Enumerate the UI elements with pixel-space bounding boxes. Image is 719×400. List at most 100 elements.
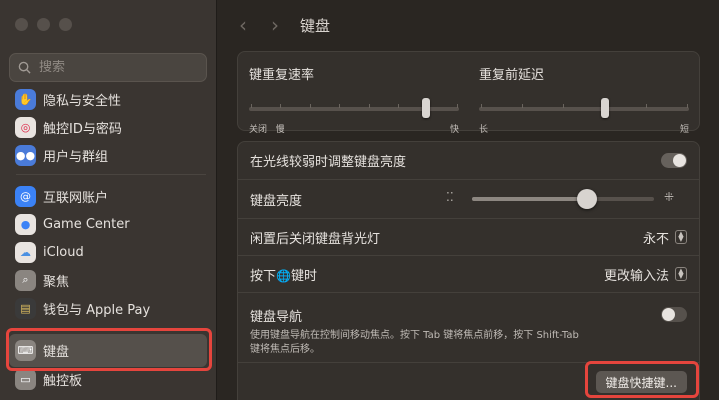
search-icon bbox=[18, 61, 31, 74]
zoom-window-button[interactable] bbox=[59, 18, 72, 31]
delay-knob[interactable] bbox=[600, 98, 609, 118]
highlight-box-shortcuts bbox=[585, 361, 699, 398]
sidebar-item-touch-id[interactable]: ◎ 触控ID与密码 bbox=[9, 114, 209, 140]
brightness-fill bbox=[472, 197, 587, 201]
cloud-icon: ☁ bbox=[15, 241, 36, 263]
minimize-window-button[interactable] bbox=[37, 18, 50, 31]
sidebar-divider bbox=[16, 174, 206, 175]
updown-chevron-icon: ▲ ▼ bbox=[675, 267, 687, 281]
globe-key-row: 按下🌐键时 更改输入法 ▲ ▼ bbox=[238, 256, 699, 293]
sidebar-item-label: 隐私与安全性 bbox=[43, 93, 122, 109]
slider-tick bbox=[457, 104, 458, 108]
slider-tick bbox=[280, 104, 282, 108]
globe-key-value: 更改输入法 bbox=[603, 268, 669, 284]
keyboard-nav-desc-line1: 使用键盘导航在控制间移动焦点。按下 Tab 键将焦点前移，按下 Shift-Ta… bbox=[250, 330, 579, 341]
globe-prefix: 按下 bbox=[250, 268, 277, 284]
keyboard-nav-description: 使用键盘导航在控制间移动焦点。按下 Tab 键将焦点前移，按下 Shift-Ta… bbox=[250, 329, 579, 357]
users-icon: ●● bbox=[15, 144, 36, 166]
search-input[interactable] bbox=[39, 60, 189, 75]
sidebar-item-label: 钱包与 Apple Pay bbox=[43, 302, 151, 318]
delay-labels: 长 短 bbox=[479, 122, 689, 135]
key-repeat-card: 键重复速率 关闭 慢 快 重复前延迟 长 短 bbox=[237, 51, 700, 135]
backlight-off-label: 闲置后关闭键盘背光灯 bbox=[250, 231, 381, 247]
slider-tick bbox=[251, 104, 252, 108]
slider-tick bbox=[368, 104, 370, 108]
slider-tick bbox=[398, 104, 400, 108]
brightness-label: 键盘亮度 bbox=[250, 193, 303, 209]
search-box[interactable] bbox=[9, 53, 207, 82]
at-icon: @ bbox=[15, 185, 36, 207]
delay-label-right: 短 bbox=[679, 125, 689, 135]
sidebar-item-label: 互联网账户 bbox=[43, 190, 109, 206]
backlight-off-row: 闲置后关闭键盘背光灯 永不 ▲ ▼ bbox=[238, 219, 699, 256]
slider-tick bbox=[563, 104, 565, 108]
key-repeat-label-left: 关闭 慢 bbox=[249, 122, 285, 135]
delay-track[interactable] bbox=[479, 107, 689, 111]
label-off: 关闭 bbox=[249, 125, 268, 135]
toolbar: ‹ › 键盘 bbox=[218, 0, 719, 50]
window-controls bbox=[15, 18, 72, 31]
globe-suffix: 键时 bbox=[290, 268, 317, 284]
backlight-off-select[interactable]: 永不 ▲ ▼ bbox=[643, 228, 687, 247]
sidebar-item-wallet[interactable]: ▤ 钱包与 Apple Pay bbox=[9, 295, 209, 321]
globe-key-select[interactable]: 更改输入法 ▲ ▼ bbox=[604, 265, 687, 284]
label-slow: 慢 bbox=[275, 125, 285, 135]
trackpad-icon: ▭ bbox=[15, 368, 36, 390]
keyboard-nav-desc-line2: 键将焦点后移。 bbox=[250, 344, 320, 355]
brightness-slider: ⁚⁚ ⁜ bbox=[438, 180, 688, 218]
sidebar-item-label: 触控ID与密码 bbox=[43, 121, 122, 137]
slider-tick bbox=[687, 104, 688, 108]
sidebar-item-spotlight[interactable]: ⌕ 聚焦 bbox=[9, 267, 209, 293]
slider-tick bbox=[481, 104, 482, 108]
brightness-row: 键盘亮度 ⁚⁚ ⁜ bbox=[238, 180, 699, 219]
slider-tick bbox=[645, 104, 647, 108]
key-repeat-labels: 关闭 慢 快 bbox=[249, 122, 459, 135]
sidebar-item-icloud[interactable]: ☁ iCloud bbox=[9, 239, 209, 265]
sidebar-item-label: Game Center bbox=[43, 216, 130, 232]
sidebar-item-users[interactable]: ●● 用户与群组 bbox=[9, 142, 209, 168]
slider-tick bbox=[339, 104, 341, 108]
fingerprint-icon: ◎ bbox=[15, 116, 36, 138]
forward-button[interactable]: › bbox=[262, 12, 288, 38]
chevron-right-icon: › bbox=[271, 13, 279, 37]
wallet-icon: ▤ bbox=[15, 297, 36, 319]
key-repeat-slider-group: 键重复速率 关闭 慢 快 bbox=[249, 64, 459, 135]
key-repeat-label-right: 快 bbox=[449, 125, 459, 135]
key-repeat-title: 键重复速率 bbox=[249, 68, 315, 83]
delay-slider-group: 重复前延迟 长 短 bbox=[479, 64, 689, 135]
back-button[interactable]: ‹ bbox=[230, 12, 256, 38]
delay-title: 重复前延迟 bbox=[479, 68, 545, 83]
brightness-low-icon: ⁚⁚ bbox=[446, 190, 454, 204]
globe-icon: 🌐 bbox=[276, 268, 291, 283]
page-title: 键盘 bbox=[300, 16, 331, 35]
close-window-button[interactable] bbox=[15, 18, 28, 31]
globe-key-label: 按下🌐键时 bbox=[250, 265, 317, 284]
sidebar-item-label: 用户与群组 bbox=[43, 149, 109, 165]
slider-tick bbox=[522, 104, 524, 108]
sidebar-item-label: iCloud bbox=[43, 244, 84, 260]
delay-label-left: 长 bbox=[479, 125, 489, 135]
sidebar-item-internet-accounts[interactable]: @ 互联网账户 bbox=[9, 183, 209, 209]
auto-brightness-row: 在光线较弱时调整键盘亮度 bbox=[238, 142, 699, 180]
highlight-box-sidebar bbox=[6, 328, 212, 371]
updown-chevron-icon: ▲ ▼ bbox=[675, 230, 687, 244]
chevron-left-icon: ‹ bbox=[239, 13, 247, 37]
backlight-off-value: 永不 bbox=[642, 231, 669, 247]
key-repeat-knob[interactable] bbox=[422, 98, 431, 118]
sidebar-item-privacy[interactable]: ✋ 隐私与安全性 bbox=[9, 86, 209, 112]
keyboard-nav-label: 键盘导航 bbox=[250, 310, 303, 325]
magnifier-icon: ⌕ bbox=[15, 269, 36, 291]
slider-tick bbox=[309, 104, 311, 108]
brightness-high-icon: ⁜ bbox=[664, 190, 675, 204]
auto-brightness-label: 在光线较弱时调整键盘亮度 bbox=[250, 155, 407, 170]
sidebar-item-game-center[interactable]: ● Game Center bbox=[9, 211, 209, 237]
brightness-knob[interactable] bbox=[576, 189, 597, 209]
keyboard-nav-toggle[interactable] bbox=[661, 307, 687, 322]
sidebar: ✋ 隐私与安全性 ◎ 触控ID与密码 ●● 用户与群组 @ 互联网账户 ● Ga… bbox=[0, 0, 217, 400]
auto-brightness-toggle[interactable] bbox=[661, 153, 687, 168]
game-center-icon: ● bbox=[15, 213, 36, 235]
hand-icon: ✋ bbox=[15, 88, 36, 110]
keyboard-nav-row: 键盘导航 使用键盘导航在控制间移动焦点。按下 Tab 键将焦点前移，按下 Shi… bbox=[238, 293, 699, 363]
sidebar-item-label: 聚焦 bbox=[43, 274, 70, 290]
sidebar-item-label: 触控板 bbox=[43, 373, 83, 389]
